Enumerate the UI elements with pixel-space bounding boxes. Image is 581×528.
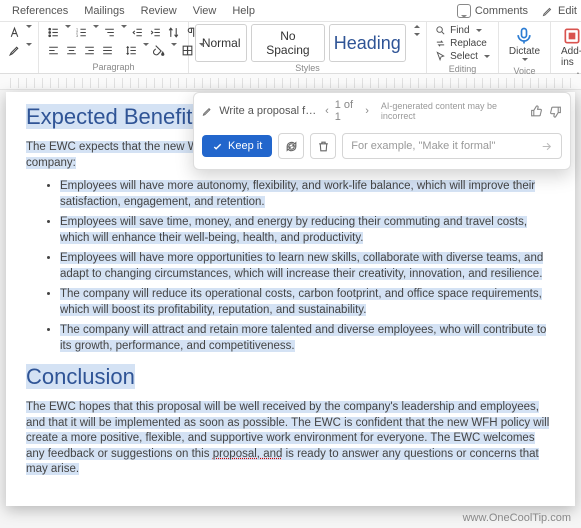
- comments-icon[interactable]: [457, 4, 471, 18]
- list-item: Employees will save time, money, and ene…: [60, 215, 555, 246]
- highlight-button[interactable]: [6, 42, 22, 58]
- decrease-indent-button[interactable]: [129, 24, 145, 40]
- list-item: Employees will have more opportunities t…: [60, 251, 555, 282]
- tab-help[interactable]: Help: [224, 5, 263, 17]
- chevron-down-icon[interactable]: [93, 25, 99, 31]
- paragraph-group-label: Paragraph: [45, 61, 182, 72]
- chevron-down-icon[interactable]: [26, 25, 32, 31]
- conclusion-para: The EWC hopes that this proposal will be…: [26, 400, 555, 478]
- numbering-button[interactable]: 123: [73, 24, 89, 40]
- chevron-down-icon[interactable]: [121, 25, 127, 31]
- pencil-icon: [542, 5, 554, 17]
- increase-indent-button[interactable]: [147, 24, 163, 40]
- keep-it-button[interactable]: Keep it: [202, 135, 272, 157]
- chevron-down-icon[interactable]: [65, 25, 71, 31]
- copilot-counter: 1 of 1: [335, 99, 359, 123]
- list-item: Employees will have more autonomy, flexi…: [60, 179, 555, 210]
- svg-text:3: 3: [76, 33, 78, 37]
- chevron-down-icon: [522, 58, 528, 64]
- font-color-button[interactable]: [6, 24, 22, 40]
- chevron-down-icon[interactable]: [199, 43, 205, 49]
- ruler[interactable]: [0, 74, 581, 90]
- sort-button[interactable]: [165, 24, 181, 40]
- styles-group-label: Styles: [195, 62, 420, 73]
- font-group-label: [6, 71, 32, 72]
- check-icon: [212, 141, 223, 152]
- align-left-button[interactable]: [45, 42, 61, 58]
- align-right-button[interactable]: [81, 42, 97, 58]
- styles-up-icon[interactable]: [414, 22, 420, 28]
- editing-mode-button[interactable]: Edit: [558, 5, 577, 17]
- send-icon[interactable]: [540, 140, 553, 153]
- comments-button[interactable]: Comments: [475, 5, 528, 17]
- delete-button[interactable]: [310, 133, 336, 159]
- chevron-down-icon: [476, 29, 482, 35]
- pencil-icon: [202, 105, 213, 117]
- copilot-title: Write a proposal for…: [219, 105, 319, 117]
- list-item: The company will attract and retain more…: [60, 323, 555, 354]
- ribbon-tabs: References Mailings Review View Help Com…: [0, 0, 581, 22]
- dictate-button[interactable]: Dictate: [505, 24, 544, 65]
- styles-down-icon[interactable]: [414, 33, 420, 39]
- benefits-list: Employees will have more autonomy, flexi…: [26, 179, 555, 354]
- shading-button[interactable]: [151, 42, 167, 58]
- thumbs-up-icon[interactable]: [530, 105, 543, 118]
- bullets-button[interactable]: [45, 24, 61, 40]
- replace-button[interactable]: Replace: [433, 37, 492, 50]
- list-item: The company will reduce its operational …: [60, 287, 555, 318]
- editing-group-label: Editing: [433, 63, 492, 74]
- regenerate-button[interactable]: [278, 133, 304, 159]
- next-button[interactable]: ›: [365, 105, 369, 117]
- style-heading[interactable]: Heading: [329, 24, 407, 62]
- chevron-down-icon: [484, 55, 490, 61]
- tab-view[interactable]: View: [185, 5, 225, 17]
- line-spacing-button[interactable]: [123, 42, 139, 58]
- addins-button[interactable]: Add-ins: [557, 24, 581, 70]
- prev-button[interactable]: ‹: [325, 105, 329, 117]
- select-button[interactable]: Select: [433, 50, 492, 63]
- chevron-down-icon[interactable]: [143, 43, 149, 49]
- prompt-placeholder: For example, "Make it formal": [351, 140, 495, 152]
- prompt-input[interactable]: For example, "Make it formal": [342, 133, 562, 159]
- multilevel-button[interactable]: [101, 24, 117, 40]
- justify-button[interactable]: [99, 42, 115, 58]
- watermark: www.OneCoolTip.com: [463, 512, 571, 524]
- ribbon: 123 Para: [0, 22, 581, 74]
- style-no-spacing[interactable]: No Spacing: [251, 24, 324, 62]
- tab-mailings[interactable]: Mailings: [76, 5, 132, 17]
- tab-references[interactable]: References: [4, 5, 76, 17]
- heading-conclusion: Conclusion: [26, 364, 555, 390]
- ai-warning-text: AI-generated content may be incorrect: [381, 101, 524, 121]
- chevron-down-icon[interactable]: [171, 43, 177, 49]
- thumbs-down-icon[interactable]: [549, 105, 562, 118]
- align-center-button[interactable]: [63, 42, 79, 58]
- copilot-card: Write a proposal for… ‹ 1 of 1 › AI-gene…: [193, 92, 571, 170]
- chevron-down-icon[interactable]: [26, 43, 32, 49]
- tab-review[interactable]: Review: [133, 5, 185, 17]
- find-button[interactable]: Find: [433, 24, 492, 37]
